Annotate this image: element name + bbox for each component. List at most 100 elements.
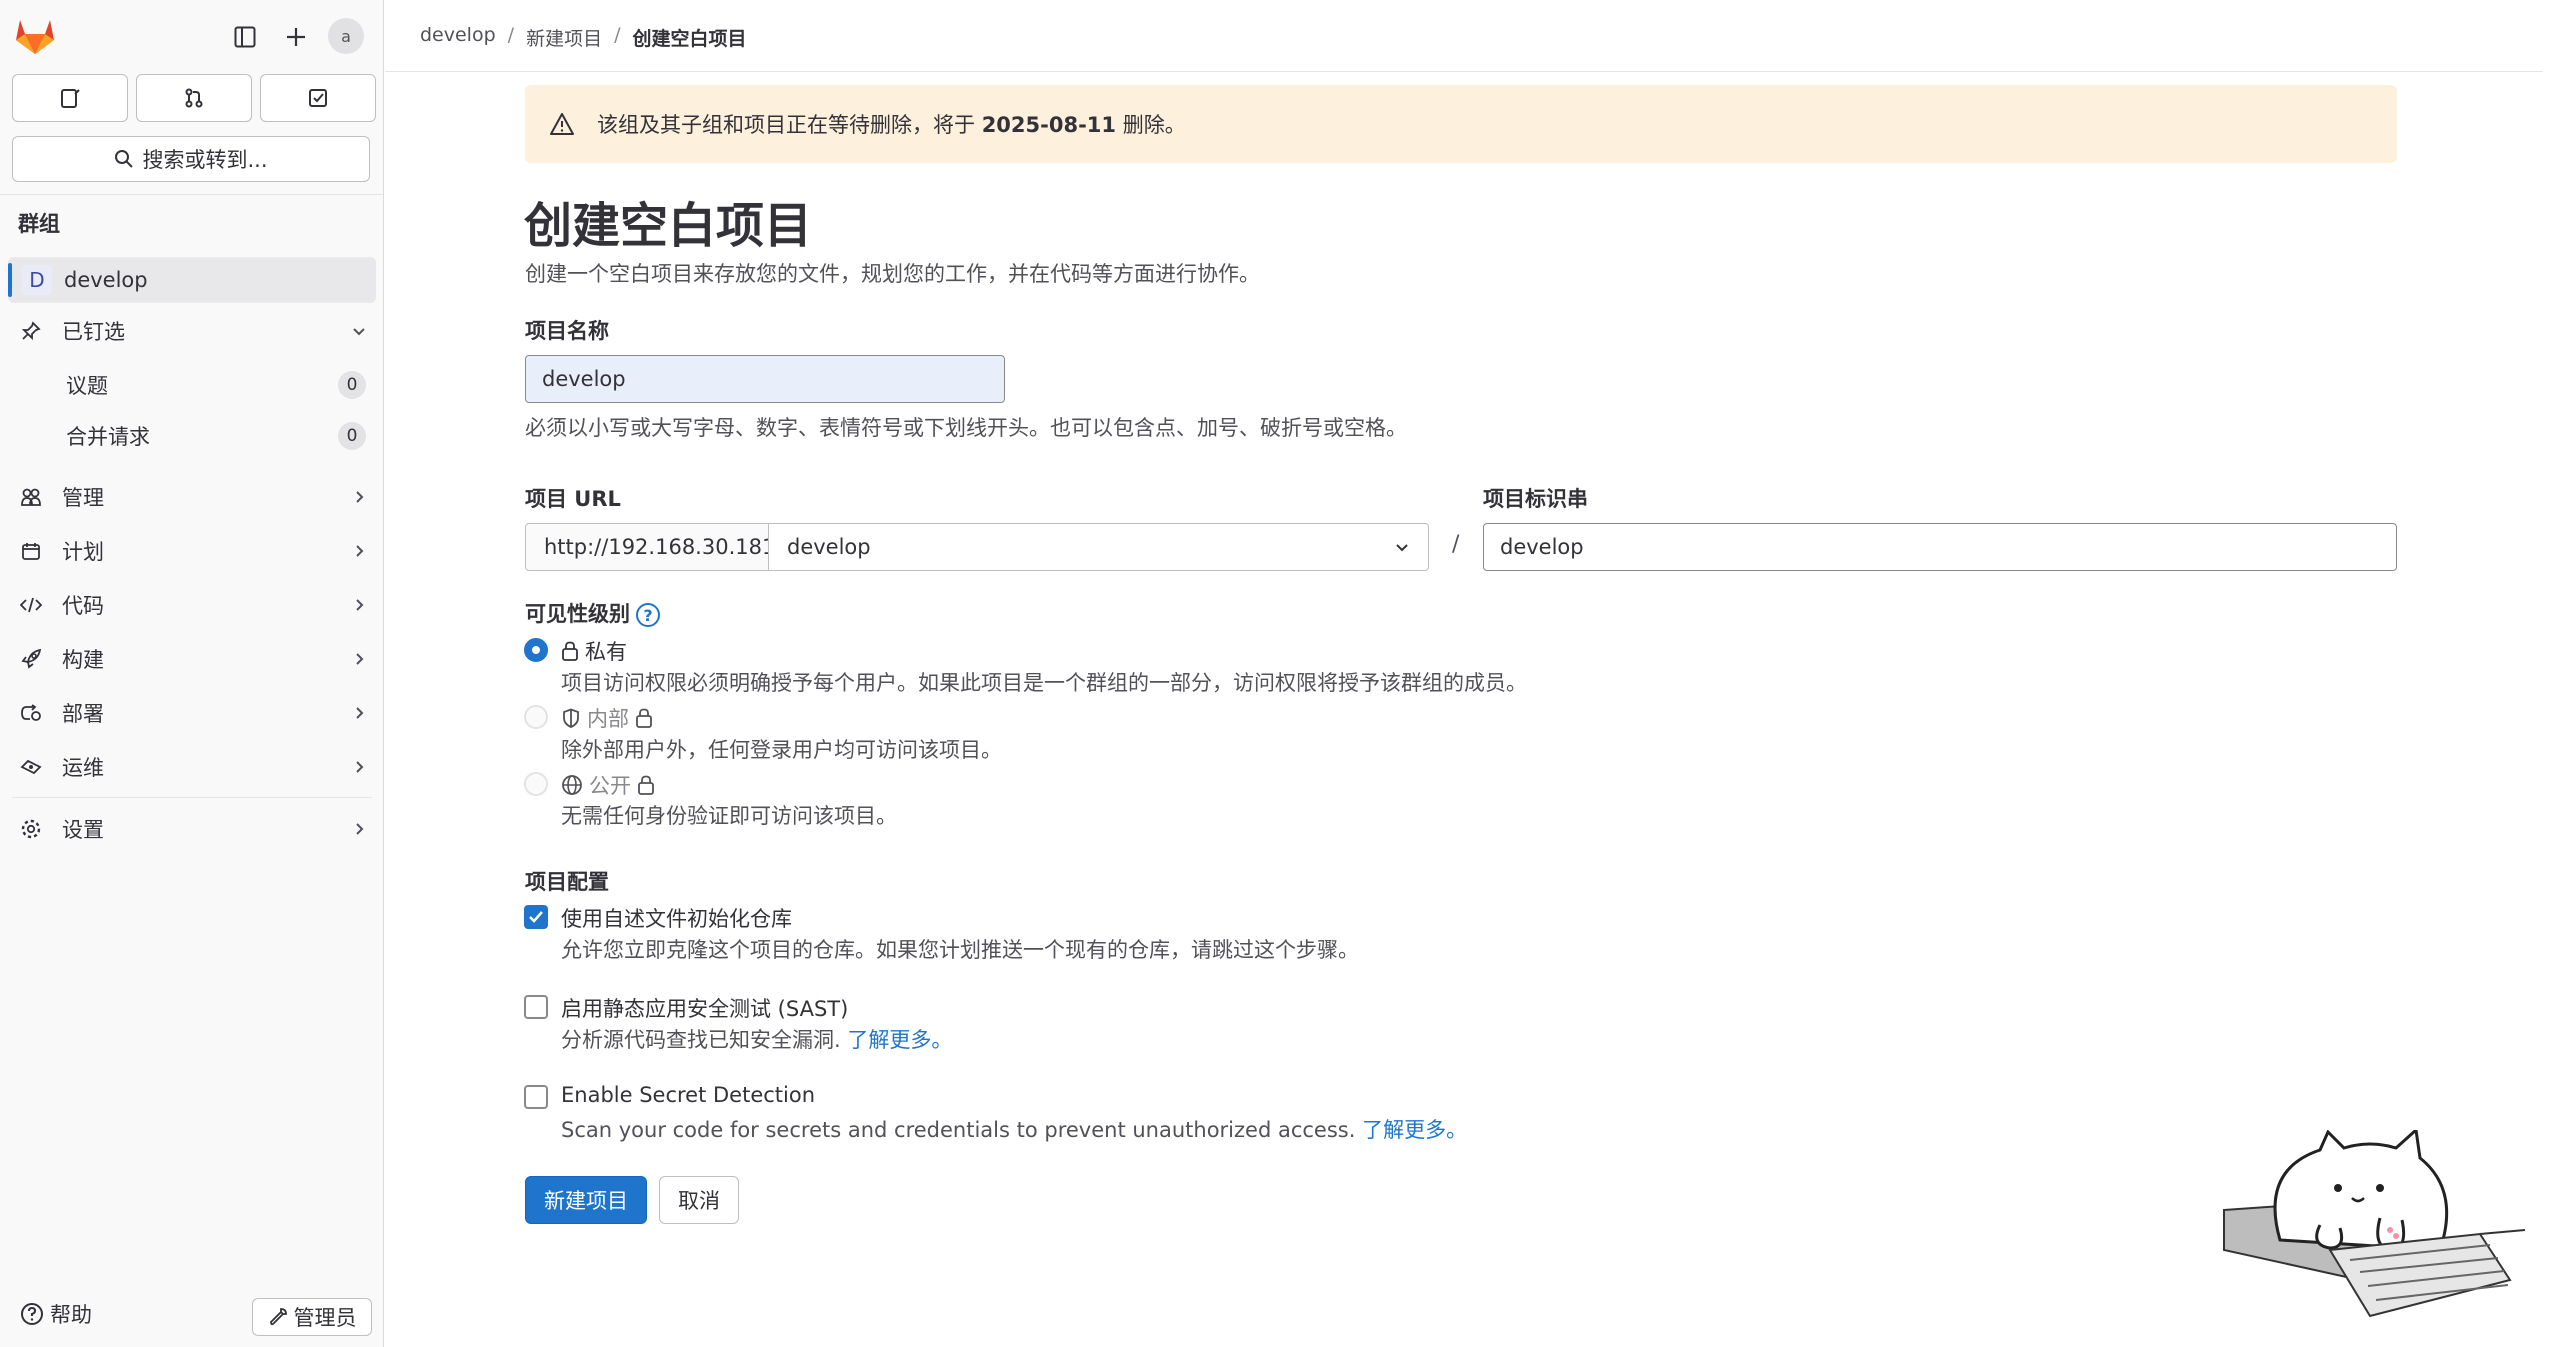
admin-button[interactable]: 管理员 — [252, 1298, 372, 1336]
secret-detection-checkbox[interactable] — [524, 1085, 548, 1109]
shield-icon — [563, 708, 579, 728]
alert-date: 2025-08-11 — [981, 113, 1117, 137]
visibility-private-label: 私有 — [561, 636, 627, 666]
sidebar-item-manage[interactable]: 管理 — [8, 474, 376, 520]
visibility-public-label: 公开 — [561, 770, 655, 800]
project-config-label: 项目配置 — [525, 870, 609, 894]
quick-actions — [12, 74, 376, 122]
question-icon — [21, 1303, 43, 1325]
sidebar-item-label: 已钉选 — [62, 320, 125, 344]
visibility-private-radio[interactable] — [524, 638, 548, 662]
calendar-icon — [8, 541, 54, 561]
warning-icon — [550, 113, 574, 135]
sidebar-item-build[interactable]: 构建 — [8, 636, 376, 682]
pending-deletion-alert: 该组及其子组和项目正在等待删除，将于 2025-08-11 删除。 — [525, 85, 2397, 163]
chevron-right-icon — [342, 706, 376, 720]
merge-request-icon — [185, 88, 203, 108]
help-question-icon[interactable]: ? — [636, 603, 660, 627]
project-name-help: 必须以小写或大写字母、数字、表情符号或下划线开头。也可以包含点、加号、破折号或空… — [525, 416, 1407, 440]
sidebar-item-deploy[interactable]: 部署 — [8, 690, 376, 736]
sidebar-item-label: develop — [64, 268, 148, 292]
project-name-input[interactable]: develop — [525, 355, 1005, 403]
sidebar: a 搜索或转到... 群组 D develop 已钉选 议题 0 合并请求 0 … — [0, 0, 384, 1347]
user-avatar[interactable]: a — [328, 18, 364, 54]
page-description: 创建一个空白项目来存放您的文件，规划您的工作，并在代码等方面进行协作。 — [525, 262, 1260, 286]
breadcrumb-item[interactable]: develop — [420, 24, 496, 51]
sidebar-item-pinned[interactable]: 已钉选 — [8, 308, 376, 354]
cat-mascot-illustration — [2223, 1130, 2526, 1318]
visibility-internal-label: 内部 — [561, 703, 653, 733]
create-project-button[interactable]: 新建项目 — [525, 1176, 647, 1224]
globe-icon — [562, 775, 582, 795]
gitlab-logo-icon[interactable] — [14, 16, 56, 56]
issues-quick-button[interactable] — [12, 74, 128, 122]
chevron-right-icon — [342, 822, 376, 836]
chevron-right-icon — [342, 760, 376, 774]
monitor-icon — [8, 757, 54, 777]
sidebar-subitem-merge-requests[interactable]: 合并请求 0 — [8, 413, 376, 459]
sidebar-item-label: 计划 — [62, 540, 104, 564]
readme-label: 使用自述文件初始化仓库 — [561, 907, 792, 931]
rocket-icon — [8, 648, 54, 670]
secret-detection-label: Enable Secret Detection — [561, 1083, 816, 1107]
sast-help: 分析源代码查找已知安全漏洞. 了解更多。 — [561, 1028, 953, 1052]
sidebar-item-label: 议题 — [66, 374, 108, 398]
page-title: 创建空白项目 — [524, 198, 813, 254]
sidebar-section-title: 群组 — [18, 212, 60, 236]
sidebar-item-label: 设置 — [62, 818, 104, 842]
code-icon — [8, 596, 54, 614]
sidebar-item-label: 合并请求 — [66, 425, 150, 449]
alert-text: 该组及其子组和项目正在等待删除，将于 2025-08-11 删除。 — [597, 113, 1186, 137]
search-label: 搜索或转到... — [142, 148, 268, 172]
readme-help: 允许您立即克隆这个项目的仓库。如果您计划推送一个现有的仓库，请跳过这个步骤。 — [561, 938, 1359, 962]
project-slug-label: 项目标识串 — [1483, 487, 1588, 511]
merge-requests-quick-button[interactable] — [136, 74, 252, 122]
chevron-down-icon — [342, 324, 376, 338]
visibility-private-help: 项目访问权限必须明确授予每个用户。如果此项目是一个群组的一部分，访问权限将授予该… — [561, 671, 1527, 695]
help-button[interactable]: 帮助 — [20, 1299, 92, 1329]
chevron-right-icon — [342, 544, 376, 558]
project-slug-input[interactable]: develop — [1483, 523, 2397, 571]
cancel-button[interactable]: 取消 — [659, 1176, 739, 1224]
gear-icon — [8, 818, 54, 840]
lock-icon — [562, 641, 578, 661]
sast-label: 启用静态应用安全测试 (SAST) — [561, 997, 849, 1021]
search-icon — [115, 150, 134, 168]
admin-label: 管理员 — [293, 1306, 357, 1330]
lock-icon — [638, 775, 654, 795]
pin-icon — [8, 321, 54, 341]
sidebar-subitem-issues[interactable]: 议题 0 — [8, 362, 376, 408]
visibility-label: 可见性级别? — [525, 598, 660, 628]
visibility-public-radio[interactable] — [524, 772, 548, 796]
sidebar-item-settings[interactable]: 设置 — [8, 806, 376, 852]
sast-learn-more-link[interactable]: 了解更多。 — [847, 1028, 952, 1052]
namespace-select[interactable]: develop — [768, 523, 1429, 571]
create-new-icon[interactable] — [279, 20, 313, 54]
visibility-internal-radio[interactable] — [524, 705, 548, 729]
page-scrollbar[interactable] — [2543, 0, 2560, 1347]
sidebar-item-group[interactable]: D develop — [8, 257, 376, 303]
todos-quick-button[interactable] — [260, 74, 376, 122]
count-badge: 0 — [338, 422, 366, 450]
project-name-label: 项目名称 — [525, 319, 609, 343]
sast-checkbox[interactable] — [524, 995, 548, 1019]
sidebar-item-plan[interactable]: 计划 — [8, 528, 376, 574]
secret-detection-learn-more-link[interactable]: 了解更多。 — [1362, 1118, 1467, 1142]
breadcrumb-item[interactable]: 新建项目 — [526, 24, 602, 51]
readme-checkbox[interactable] — [524, 905, 548, 929]
search-button[interactable]: 搜索或转到... — [12, 136, 370, 182]
breadcrumb: develop / 新建项目 / 创建空白项目 — [420, 24, 747, 51]
count-badge: 0 — [338, 371, 366, 399]
project-url-label: 项目 URL — [525, 487, 621, 511]
top-bar: develop / 新建项目 / 创建空白项目 — [385, 0, 2545, 72]
sidebar-header: a — [0, 0, 383, 72]
sidebar-item-code[interactable]: 代码 — [8, 582, 376, 628]
sidebar-toggle-icon[interactable] — [228, 20, 262, 54]
sidebar-item-operate[interactable]: 运维 — [8, 744, 376, 790]
lock-icon — [636, 708, 652, 728]
sidebar-item-label: 构建 — [62, 648, 104, 672]
deploy-icon — [8, 703, 54, 723]
breadcrumb-current[interactable]: 创建空白项目 — [632, 24, 746, 51]
breadcrumb-separator: / — [614, 24, 621, 46]
slug-separator: / — [1452, 532, 1460, 557]
